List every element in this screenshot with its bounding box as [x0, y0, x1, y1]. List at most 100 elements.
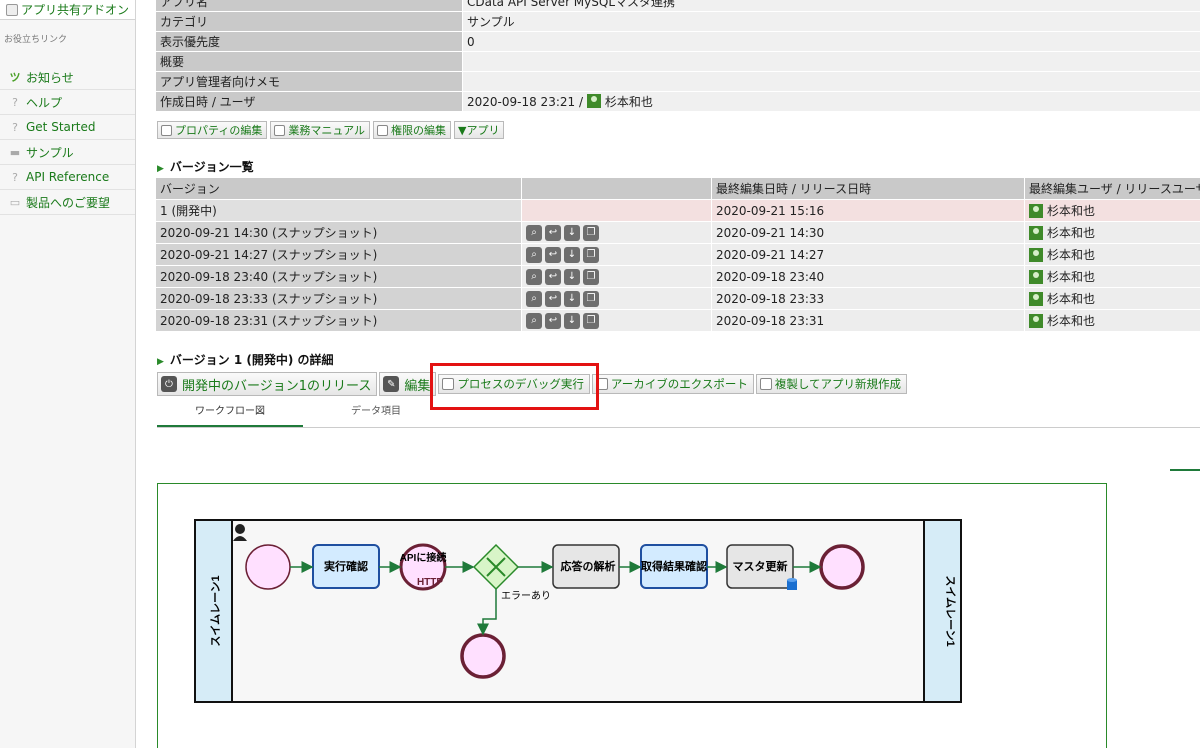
- user-cell: 杉本和也: [1024, 200, 1200, 221]
- user-name: 杉本和也: [1047, 314, 1096, 328]
- task-label: 応答の解析: [561, 559, 616, 573]
- restore-icon[interactable]: ↩: [545, 290, 561, 307]
- app-root: アプリ共有アドオン お役立ちリンク ツ お知らせ ? ヘルプ ? Get Sta…: [0, 0, 1200, 748]
- section-arrow-icon: ▶: [157, 357, 164, 367]
- property-row: カテゴリ サンプル: [156, 12, 1200, 32]
- download-icon[interactable]: ↓: [564, 290, 580, 307]
- user-link[interactable]: 杉本和也: [605, 95, 653, 109]
- restore-icon[interactable]: ↩: [545, 246, 561, 263]
- database-icon: [787, 578, 797, 590]
- property-value: 2020-09-18 23:21 / 杉本和也: [462, 92, 1200, 111]
- view-icon[interactable]: ⌕: [526, 290, 542, 307]
- date-cell: 2020-09-21 14:30: [711, 222, 1024, 243]
- date-cell: 2020-09-18 23:40: [711, 266, 1024, 287]
- property-key: アプリ管理者向けメモ: [156, 72, 462, 91]
- user-name: 杉本和也: [1047, 226, 1096, 240]
- table-row[interactable]: 2020-09-18 23:33 (スナップショット) ⌕ ↩ ↓ ❐ 2020-09…: [156, 288, 1200, 310]
- property-row: 概要: [156, 52, 1200, 72]
- view-icon[interactable]: ⌕: [526, 224, 542, 241]
- question-icon: ?: [12, 120, 18, 134]
- user-name: 杉本和也: [1047, 204, 1096, 218]
- copy-icon[interactable]: ❐: [583, 268, 599, 285]
- date-cell: 2020-09-18 23:33: [711, 288, 1024, 309]
- download-icon[interactable]: ↓: [564, 312, 580, 329]
- view-icon[interactable]: ⌕: [526, 268, 542, 285]
- section-arrow-icon: ▶: [157, 164, 164, 174]
- export-archive-button[interactable]: アーカイブのエクスポート: [591, 374, 754, 394]
- property-value: [462, 52, 1200, 71]
- sidebar-item-label: 製品へのご要望: [26, 195, 111, 210]
- property-row: 表示優先度 0: [156, 32, 1200, 52]
- duplicate-app-button[interactable]: 複製してアプリ新規作成: [755, 374, 908, 394]
- versions-table: バージョン 最終編集日時 / リリース日時 最終編集ユーザ / リリースユーザ …: [156, 178, 1200, 332]
- version-cell: 2020-09-21 14:27 (スナップショット): [156, 244, 521, 265]
- tab-data-items[interactable]: データ項目: [303, 402, 449, 427]
- sidebar: アプリ共有アドオン お役立ちリンク ツ お知らせ ? ヘルプ ? Get Sta…: [0, 0, 136, 748]
- property-key: 概要: [156, 52, 462, 71]
- property-value: 0: [462, 32, 1200, 51]
- view-icon[interactable]: ⌕: [526, 246, 542, 263]
- manual-icon: [274, 124, 286, 136]
- view-icon[interactable]: ⌕: [526, 312, 542, 329]
- sidebar-item-request[interactable]: ▭ 製品へのご要望: [0, 190, 135, 215]
- actions-cell: ⌕ ↩ ↓ ❐: [521, 222, 711, 243]
- sidebar-item-label: Get Started: [26, 120, 96, 134]
- button-label: アーカイブのエクスポート: [610, 377, 748, 391]
- download-icon[interactable]: ↓: [564, 224, 580, 241]
- business-manual-button[interactable]: 業務マニュアル: [270, 121, 371, 139]
- section-title-text: バージョン一覧: [169, 160, 254, 174]
- start-event[interactable]: [245, 544, 291, 590]
- edit-permissions-button[interactable]: 権限の編集: [373, 121, 452, 139]
- copy-icon[interactable]: ❐: [583, 246, 599, 263]
- button-label: プロパティの編集: [175, 124, 263, 137]
- workflow-diagram: スイムレーン1 スイムレーン1 実行確認 APIに接続 HTTP エラーあり 応…: [194, 519, 962, 703]
- error-end-event[interactable]: [460, 633, 506, 679]
- table-row[interactable]: 2020-09-18 23:31 (スナップショット) ⌕ ↩ ↓ ❐ 2020-09…: [156, 310, 1200, 332]
- workflow-canvas: スイムレーン1 スイムレーン1 実行確認 APIに接続 HTTP エラーあり 応…: [157, 483, 1107, 748]
- task-label: マスタ更新: [733, 559, 788, 573]
- actions-cell: ⌕ ↩ ↓ ❐: [521, 244, 711, 265]
- download-icon[interactable]: ↓: [564, 268, 580, 285]
- sidebar-item-help[interactable]: ? ヘルプ: [0, 90, 135, 115]
- column-header: バージョン: [156, 178, 521, 199]
- property-row: 作成日時 / ユーザ 2020-09-18 23:21 / 杉本和也: [156, 92, 1200, 112]
- versions-section-title: ▶ バージョン一覧: [157, 158, 254, 175]
- restore-icon[interactable]: ↩: [545, 312, 561, 329]
- copy-icon[interactable]: ❐: [583, 312, 599, 329]
- table-row[interactable]: 2020-09-21 14:27 (スナップショット) ⌕ ↩ ↓ ❐ 2020-09…: [156, 244, 1200, 266]
- button-label: 権限の編集: [391, 124, 447, 137]
- column-header: 最終編集ユーザ / リリースユーザ: [1024, 178, 1200, 199]
- sidebar-item-label: サンプル: [26, 145, 74, 160]
- tab-workflow[interactable]: ワークフロー図: [157, 402, 303, 427]
- error-flow-label: エラーあり: [501, 590, 551, 602]
- canvas-edge-indicator: [1170, 469, 1200, 471]
- user-avatar-icon: [1029, 247, 1043, 262]
- sidebar-item-get-started[interactable]: ? Get Started: [0, 115, 135, 140]
- table-row[interactable]: 2020-09-18 23:40 (スナップショット) ⌕ ↩ ↓ ❐ 2020-09…: [156, 266, 1200, 288]
- restore-icon[interactable]: ↩: [545, 224, 561, 241]
- sidebar-item-news[interactable]: ツ お知らせ: [0, 65, 135, 90]
- sidebar-item-label: お知らせ: [26, 70, 74, 85]
- copy-icon[interactable]: ❐: [583, 290, 599, 307]
- sidebar-item-api-reference[interactable]: ? API Reference: [0, 165, 135, 190]
- table-row[interactable]: 1 (開発中) 2020-09-21 15:16 杉本和也: [156, 200, 1200, 222]
- app-menu-button[interactable]: ▼アプリ: [454, 121, 505, 139]
- end-event[interactable]: [819, 544, 865, 590]
- edit-properties-button[interactable]: プロパティの編集: [157, 121, 268, 139]
- swimlane-label: スイムレーン1: [209, 575, 222, 646]
- sprout-icon: ツ: [9, 71, 21, 84]
- sidebar-item-sample[interactable]: ▬ サンプル: [0, 140, 135, 165]
- sidebar-item-app-addon[interactable]: アプリ共有アドオン: [0, 0, 135, 20]
- edit-button[interactable]: ✎ 編集: [379, 372, 437, 396]
- table-row[interactable]: 2020-09-21 14:30 (スナップショット) ⌕ ↩ ↓ ❐ 2020-09…: [156, 222, 1200, 244]
- copy-icon[interactable]: ❐: [583, 224, 599, 241]
- version-cell: 1 (開発中): [156, 200, 521, 221]
- addon-icon: [6, 3, 18, 16]
- created-datetime: 2020-09-18 23:21 /: [467, 95, 587, 109]
- restore-icon[interactable]: ↩: [545, 268, 561, 285]
- task-label: APIに接続: [400, 551, 447, 564]
- release-button[interactable]: ⏻ 開発中のバージョン1のリリース: [157, 372, 378, 396]
- user-cell: 杉本和也: [1024, 310, 1200, 331]
- download-icon[interactable]: ↓: [564, 246, 580, 263]
- actions-cell: [521, 200, 711, 221]
